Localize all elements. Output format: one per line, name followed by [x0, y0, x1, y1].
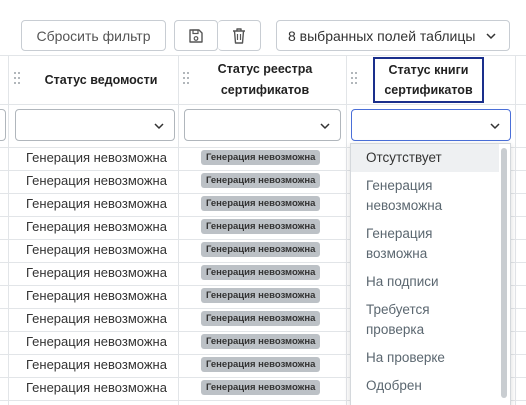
column-header-registry-status[interactable]: Статус реестра сертификатов	[195, 55, 335, 105]
book-status-dropdown[interactable]: Отсутствует Генерация невозможна Генерация в…	[350, 143, 511, 405]
dropdown-option-label: Отсутствует	[366, 150, 442, 165]
column-header-statement-status[interactable]: Статус ведомости	[24, 55, 178, 105]
registry-status-badge: Генерация невозможна	[201, 242, 321, 257]
column-drag-handle[interactable]	[351, 72, 359, 86]
statement-status-cell: Генерация невозможна	[26, 150, 167, 165]
registry-status-badge: Генерация невозможна	[201, 265, 321, 280]
dropdown-option-label: проверка	[366, 322, 425, 337]
column-header-book-status[interactable]: Статус книги сертификатов	[373, 57, 484, 103]
dropdown-option-label: Одобрен	[366, 378, 422, 393]
dropdown-option[interactable]: Генерация возможна	[351, 220, 499, 268]
filter-statement-status[interactable]	[15, 109, 175, 141]
save-button[interactable]	[174, 20, 218, 51]
statement-status-cell: Генерация невозможна	[26, 173, 167, 188]
dropdown-option-label: На подписи	[366, 274, 439, 289]
reset-filter-label: Сбросить фильтр	[36, 27, 151, 44]
column-drag-handle[interactable]	[183, 72, 191, 86]
dropdown-option[interactable]: Одобрен	[351, 372, 499, 400]
dropdown-option[interactable]: Генерация невозможна	[351, 172, 499, 220]
dropdown-option-label: Генерация	[366, 178, 433, 193]
chevron-down-icon	[320, 123, 330, 130]
column-drag-handle[interactable]	[14, 72, 22, 86]
filter-select-partial[interactable]	[0, 109, 6, 141]
registry-status-badge: Генерация невозможна	[201, 219, 321, 234]
filter-registry-status[interactable]	[184, 109, 341, 141]
trash-icon	[233, 27, 245, 44]
dropdown-option-label: возможна	[366, 246, 428, 261]
dropdown-option[interactable]: Требуется проверка	[351, 296, 499, 344]
registry-status-badge: Генерация невозможна	[201, 334, 321, 349]
registry-status-badge: Генерация невозможна	[201, 380, 321, 395]
chevron-down-icon	[486, 33, 496, 40]
dropdown-option[interactable]: На проверке	[351, 344, 499, 372]
registry-status-badge: Генерация невозможна	[201, 311, 321, 326]
chevron-down-icon	[490, 123, 500, 130]
statement-status-cell: Генерация невозможна	[26, 242, 167, 257]
statement-status-cell: Генерация невозможна	[26, 265, 167, 280]
registry-status-badge: Генерация невозможна	[201, 173, 321, 188]
statement-status-cell: Генерация невозможна	[26, 219, 167, 234]
statement-status-cell: Генерация невозможна	[26, 334, 167, 349]
dropdown-scrollbar[interactable]	[501, 148, 507, 398]
registry-status-badge: Генерация невозможна	[201, 357, 321, 372]
dropdown-option[interactable]: Отсутствует	[351, 144, 499, 172]
registry-status-badge: Генерация невозможна	[201, 196, 321, 211]
dropdown-option[interactable]: На подписи	[351, 268, 499, 296]
reset-filter-button[interactable]: Сбросить фильтр	[21, 20, 166, 51]
dropdown-option-label: На проверке	[366, 350, 445, 365]
chevron-down-icon	[154, 123, 164, 130]
statement-status-cell: Генерация невозможна	[26, 311, 167, 326]
statement-status-cell: Генерация невозможна	[26, 196, 167, 211]
statement-status-cell: Генерация невозможна	[26, 380, 167, 395]
table-fields-label: 8 выбранных полей таблицы	[288, 27, 476, 44]
registry-status-badge: Генерация невозможна	[201, 288, 321, 303]
statement-status-cell: Генерация невозможна	[26, 288, 167, 303]
dropdown-option-label: Требуется	[366, 302, 430, 317]
registry-status-badge: Генерация невозможна	[201, 150, 321, 165]
dropdown-option-label: невозможна	[366, 198, 443, 213]
filter-book-status[interactable]	[351, 109, 511, 141]
delete-button[interactable]	[218, 20, 261, 51]
statement-status-cell: Генерация невозможна	[26, 357, 167, 372]
dropdown-option-label: Генерация	[366, 226, 433, 241]
table-fields-select[interactable]: 8 выбранных полей таблицы	[276, 20, 510, 51]
save-icon	[189, 28, 203, 43]
